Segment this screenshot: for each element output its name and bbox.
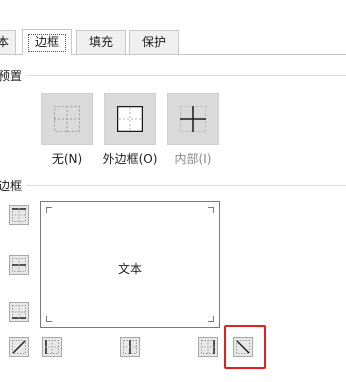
border-bottom-button[interactable]	[9, 302, 29, 322]
border-outline-icon	[117, 106, 143, 132]
border-section-divider	[26, 185, 346, 186]
border-left-icon	[45, 340, 59, 354]
preset-outline-button[interactable]	[104, 93, 156, 145]
tab-border-label: 边框	[34, 35, 59, 49]
preset-outline-label: 外边框(O)	[102, 152, 158, 166]
border-diagonal-up-button[interactable]	[9, 337, 29, 357]
presets-section-title: 预置	[0, 69, 23, 83]
tab-protection[interactable]: 保护	[129, 30, 179, 54]
border-horizontal-icon	[12, 258, 26, 272]
tab-border[interactable]: 边框	[22, 29, 72, 55]
tab-fill[interactable]: 填充	[76, 30, 126, 54]
preview-text: 文本	[117, 262, 142, 276]
tab-protection-label: 保护	[141, 35, 166, 49]
border-preview[interactable]: 文本	[40, 201, 220, 328]
border-horizontal-inner-button[interactable]	[9, 255, 29, 275]
preview-corner-mark	[208, 207, 214, 213]
border-none-icon	[54, 106, 80, 132]
preview-corner-mark	[46, 316, 52, 322]
preset-inside-label: 内部(I)	[174, 152, 212, 166]
border-section-title: 边框	[0, 179, 23, 193]
preset-inside-button[interactable]	[167, 93, 219, 145]
border-vertical-inner-button[interactable]	[120, 337, 140, 357]
border-bottom-icon	[12, 305, 26, 319]
highlight-box	[224, 325, 266, 369]
presets-section-divider	[26, 75, 346, 76]
preset-none-label: 无(N)	[51, 152, 83, 166]
border-top-icon	[12, 208, 26, 222]
border-vertical-icon	[123, 340, 137, 354]
border-right-button[interactable]	[198, 337, 218, 357]
border-inside-icon	[180, 106, 206, 132]
tab-font-label: 本	[0, 35, 9, 49]
tab-font[interactable]: 本	[0, 30, 16, 54]
preview-corner-mark	[208, 316, 214, 322]
diagonal-up-icon	[12, 340, 26, 354]
border-left-button[interactable]	[42, 337, 62, 357]
tab-fill-label: 填充	[88, 35, 113, 49]
preview-corner-mark	[46, 207, 52, 213]
border-top-button[interactable]	[9, 205, 29, 225]
preset-none-button[interactable]	[41, 93, 93, 145]
border-right-icon	[201, 340, 215, 354]
